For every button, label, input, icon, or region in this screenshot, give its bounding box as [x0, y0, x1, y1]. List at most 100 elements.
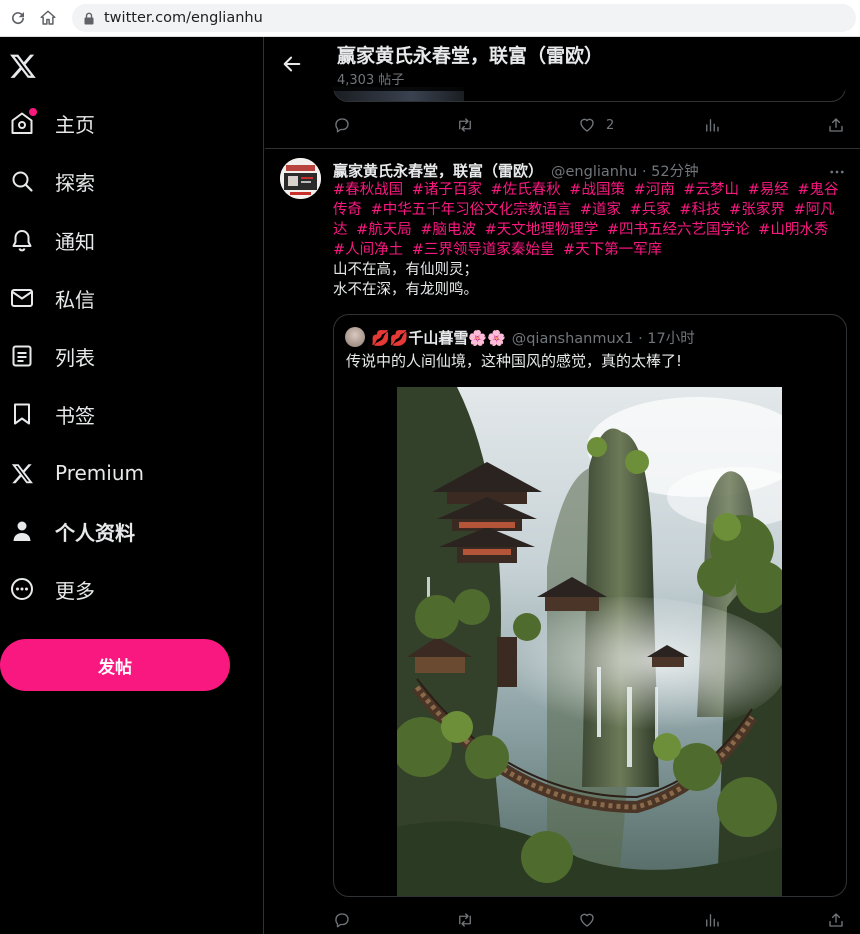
share-icon — [829, 913, 843, 927]
tweet-line: 山不在高，有仙则灵； — [333, 262, 478, 278]
sidebar-item-premium[interactable]: Premium — [10, 453, 144, 493]
sidebar-item-lists[interactable]: 列表 — [10, 336, 95, 376]
quote-avatar — [345, 327, 365, 347]
bell-icon — [10, 228, 34, 252]
divider — [265, 148, 860, 149]
reply-icon — [335, 118, 349, 133]
landscape-painting-icon — [397, 387, 782, 896]
quote-handle-time: @qianshanmux1 · 17小时 — [511, 331, 695, 347]
post-button[interactable]: 发帖 — [0, 639, 230, 691]
tweet-line: 水不在深，有龙则鸣。 — [333, 282, 478, 298]
reply-icon — [335, 913, 349, 928]
sidebar-item-bookmarks[interactable]: 书签 — [10, 394, 95, 434]
avatar[interactable] — [280, 158, 321, 199]
tweet-text: #春秋战国 #诸子百家 #佐氏春秋 #战国策 #河南 #云梦山 #易经 #鬼谷传… — [333, 180, 849, 300]
sidebar-item-label: 探索 — [55, 170, 95, 195]
previous-tweet-actions: 2 — [333, 113, 853, 137]
reply-button[interactable] — [333, 113, 351, 137]
tweet-header: 赢家黄氏永春堂，联富（雷欧） @englianhu · 52分钟 — [333, 160, 699, 181]
reload-icon[interactable] — [6, 6, 30, 30]
hashtag-link[interactable]: #云梦山 — [683, 182, 739, 198]
sidebar-item-label: 更多 — [55, 578, 95, 603]
quote-header: 💋💋千山暮雪🌸🌸 @qianshanmux1 · 17小时 — [371, 327, 695, 348]
sidebar-item-messages[interactable]: 私信 — [10, 278, 95, 318]
like-button[interactable]: 2 — [578, 113, 614, 137]
hashtag-link[interactable]: #天文地理物理学 — [485, 222, 599, 238]
views-icon — [706, 119, 719, 132]
sidebar-item-profile[interactable]: 个人资料 — [10, 511, 135, 551]
hashtag-link[interactable]: #中华五千年习俗文化宗教语言 — [371, 202, 572, 218]
hashtag-link[interactable]: #道家 — [580, 202, 621, 218]
hashtag-link[interactable]: #张家界 — [729, 202, 785, 218]
handle-time[interactable]: @englianhu · 52分钟 — [551, 160, 699, 181]
mail-icon — [10, 286, 34, 310]
retweet-button[interactable] — [455, 908, 475, 932]
x-logo-icon — [10, 461, 34, 485]
hashtag-link[interactable]: #山明水秀 — [758, 222, 828, 238]
hashtag-link[interactable]: #三界领导道家秦始皇 — [412, 242, 555, 258]
sidebar-item-label: 通知 — [55, 229, 95, 254]
sidebar-item-more[interactable]: 更多 — [10, 569, 95, 609]
sidebar-item-label: 列表 — [55, 345, 95, 370]
address-bar[interactable]: twitter.com/englianhu — [72, 4, 856, 32]
retweet-button[interactable] — [455, 113, 475, 137]
hashtag-link[interactable]: #河南 — [634, 182, 675, 198]
quote-text: 传说中的人间仙境，这种国风的感觉，真的太棒了! — [346, 352, 683, 370]
hashtag-link[interactable]: #四书五经六艺国学论 — [607, 222, 750, 238]
hashtag-link[interactable]: #科技 — [679, 202, 720, 218]
back-arrow-icon[interactable] — [281, 53, 303, 75]
sidebar-item-home[interactable]: 主页 — [10, 103, 95, 143]
more-options-icon[interactable] — [828, 163, 846, 181]
hashtag-link[interactable]: #战国策 — [569, 182, 625, 198]
views-button[interactable] — [703, 113, 721, 137]
profile-header: 赢家黄氏永春堂，联富（雷欧） 4,303 帖子 — [265, 37, 860, 91]
page-title: 赢家黄氏永春堂，联富（雷欧） — [337, 45, 604, 67]
sidebar: 主页 探索 通知 私信 列表 书签 Premium 个人资料 更多 发帖 — [0, 37, 264, 934]
sidebar-item-label: 私信 — [55, 287, 95, 312]
notification-dot — [29, 108, 37, 116]
quote-tweet[interactable]: 💋💋千山暮雪🌸🌸 @qianshanmux1 · 17小时 传说中的人间仙境，这… — [333, 314, 847, 897]
sidebar-item-label: 个人资料 — [55, 520, 135, 545]
share-icon — [829, 118, 843, 132]
hashtag-link[interactable]: #佐氏春秋 — [491, 182, 561, 198]
x-logo-icon[interactable] — [9, 52, 37, 80]
home-icon — [10, 108, 37, 135]
hashtag-link[interactable]: #航天局 — [356, 222, 412, 238]
sidebar-item-notifications[interactable]: 通知 — [10, 220, 95, 260]
search-icon — [10, 169, 34, 193]
hashtag-list: #春秋战国 #诸子百家 #佐氏春秋 #战国策 #河南 #云梦山 #易经 #鬼谷传… — [333, 180, 849, 260]
more-circle-icon — [10, 577, 34, 601]
sidebar-item-explore[interactable]: 探索 — [10, 161, 95, 201]
like-button[interactable] — [578, 908, 596, 932]
browser-toolbar: twitter.com/englianhu — [0, 0, 860, 37]
sidebar-item-label: 主页 — [55, 112, 95, 137]
display-name[interactable]: 赢家黄氏永春堂，联富（雷欧） — [333, 160, 543, 181]
hashtag-link[interactable]: #春秋战国 — [333, 182, 403, 198]
tweet-actions — [333, 908, 853, 932]
views-icon — [706, 914, 719, 927]
sidebar-item-label: 书签 — [55, 403, 95, 428]
views-button[interactable] — [703, 908, 721, 932]
hashtag-link[interactable]: #人间净土 — [333, 242, 403, 258]
retweet-icon — [459, 118, 471, 132]
bookmark-icon — [10, 402, 34, 426]
quote-image[interactable] — [397, 387, 782, 896]
hashtag-link[interactable]: #易经 — [748, 182, 789, 198]
main-timeline: 赢家黄氏永春堂，联富（雷欧） 4,303 帖子 2 赢家黄氏永春堂，联富（雷欧）… — [265, 37, 860, 934]
hashtag-link[interactable]: #兵家 — [630, 202, 671, 218]
reply-button[interactable] — [333, 908, 351, 932]
hashtag-link[interactable]: #诸子百家 — [412, 182, 482, 198]
lock-icon — [84, 12, 94, 24]
share-button[interactable] — [827, 113, 845, 137]
heart-icon — [580, 913, 594, 927]
retweet-icon — [459, 913, 471, 927]
share-button[interactable] — [827, 908, 845, 932]
list-icon — [10, 344, 34, 368]
url-text: twitter.com/englianhu — [104, 10, 263, 26]
person-icon — [10, 519, 34, 543]
hashtag-link[interactable]: #天下第一军庠 — [563, 242, 662, 258]
hashtag-link[interactable]: #脑电波 — [420, 222, 476, 238]
home-page-icon[interactable] — [36, 6, 60, 30]
post-count: 4,303 帖子 — [337, 73, 405, 88]
like-count: 2 — [606, 117, 615, 133]
